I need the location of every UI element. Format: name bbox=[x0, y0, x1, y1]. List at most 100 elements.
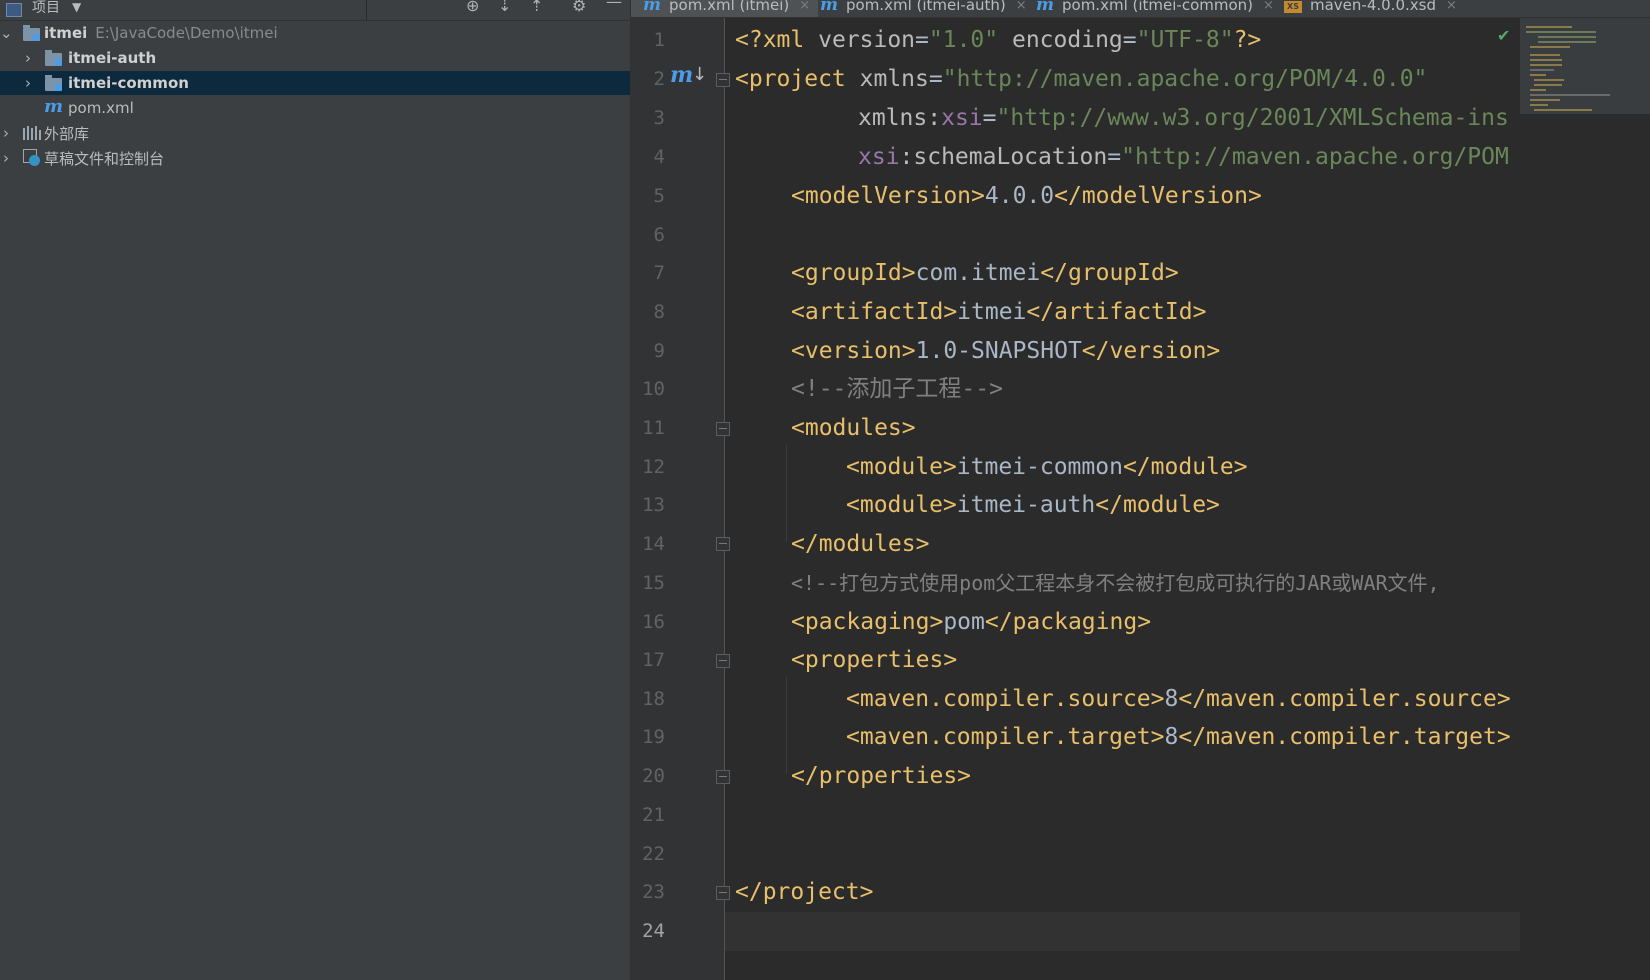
tree-item-itmei-common[interactable]: › itmei-common bbox=[0, 71, 630, 95]
tab-label: maven-4.0.0.xsd bbox=[1310, 0, 1436, 14]
line-number: 8 bbox=[653, 301, 665, 323]
editor-tab-bar: m pom.xml (itmei) × m pom.xml (itmei-aut… bbox=[631, 0, 1650, 18]
line-number: 21 bbox=[642, 804, 665, 826]
line-number: 23 bbox=[642, 881, 665, 903]
maven-file-icon: m bbox=[820, 0, 838, 15]
locate-icon[interactable]: ⊕ bbox=[466, 0, 479, 15]
code-minimap[interactable] bbox=[1520, 18, 1650, 980]
current-line-highlight bbox=[725, 912, 1520, 951]
maven-gutter-icon[interactable]: m ↓ bbox=[670, 62, 707, 88]
module-folder-icon bbox=[45, 75, 62, 91]
indent-guide bbox=[786, 445, 787, 542]
line-number: 19 bbox=[642, 726, 665, 748]
code-line-19: <maven.compiler.target>8</maven.compiler… bbox=[846, 724, 1511, 750]
line-number: 2 bbox=[653, 68, 665, 90]
code-line-13: <module>itmei-auth</module> bbox=[846, 492, 1220, 518]
view-dropdown-icon[interactable]: ▼ bbox=[72, 0, 81, 14]
indent-guide bbox=[786, 677, 787, 774]
line-number: 9 bbox=[653, 340, 665, 362]
line-number-current: 24 bbox=[642, 920, 665, 942]
line-number: 11 bbox=[642, 417, 665, 439]
chevron-right-icon[interactable]: › bbox=[0, 124, 12, 142]
xsd-file-icon: XS bbox=[1284, 0, 1302, 13]
project-panel-title[interactable]: 项目 bbox=[32, 0, 60, 17]
line-number: 16 bbox=[642, 611, 665, 633]
chevron-right-icon[interactable]: › bbox=[0, 149, 12, 167]
tree-item-pom-xml[interactable]: m pom.xml bbox=[0, 96, 630, 120]
code-line-8: <artifactId>itmei</artifactId> bbox=[791, 299, 1207, 325]
line-number: 18 bbox=[642, 688, 665, 710]
library-icon bbox=[23, 126, 41, 140]
line-number: 14 bbox=[642, 533, 665, 555]
tab-label: pom.xml (itmei) bbox=[669, 0, 790, 14]
tree-item-label: pom.xml bbox=[68, 99, 134, 117]
project-view-icon bbox=[6, 3, 22, 17]
chevron-right-icon[interactable]: › bbox=[22, 49, 34, 67]
code-line-16: <packaging>pom</packaging> bbox=[791, 609, 1152, 635]
line-number: 5 bbox=[653, 185, 665, 207]
toolbar-divider bbox=[366, 0, 367, 20]
line-number: 4 bbox=[653, 146, 665, 168]
close-icon[interactable]: × bbox=[1016, 0, 1027, 13]
line-number: 12 bbox=[642, 456, 665, 478]
module-folder-icon bbox=[23, 25, 40, 41]
tree-item-itmei-auth[interactable]: › itmei-auth bbox=[0, 46, 630, 70]
code-line-17: <properties> bbox=[791, 647, 958, 673]
tree-item-scratches[interactable]: › 草稿文件和控制台 bbox=[0, 146, 630, 170]
code-line-23: </project> bbox=[735, 879, 874, 905]
line-number: 6 bbox=[653, 224, 665, 246]
code-line-1: <?xml version="1.0" encoding="UTF-8"?> bbox=[735, 27, 1262, 53]
code-line-4: xsi:schemaLocation="http://maven.apache.… bbox=[858, 144, 1509, 170]
line-number: 17 bbox=[642, 649, 665, 671]
chevron-down-icon[interactable]: ⌄ bbox=[0, 24, 13, 42]
maven-file-icon: m bbox=[643, 0, 661, 15]
chevron-right-icon[interactable]: › bbox=[22, 74, 34, 92]
tab-label: pom.xml (itmei-common) bbox=[1062, 0, 1254, 14]
maven-file-icon: m bbox=[44, 96, 64, 117]
line-number: 10 bbox=[642, 378, 665, 400]
line-number: 13 bbox=[642, 494, 665, 516]
gear-icon[interactable]: ⚙ bbox=[572, 0, 586, 15]
project-tool-window: 项目 ▼ ⊕ ⇣ ⇡ ⚙ — ⌄ itmei E:\JavaCode\Demo\i… bbox=[0, 0, 631, 980]
minimize-icon[interactable]: — bbox=[606, 0, 622, 11]
code-line-10: <!--添加子工程--> bbox=[791, 376, 1003, 402]
line-number: 3 bbox=[653, 107, 665, 129]
code-line-12: <module>itmei-common</module> bbox=[846, 454, 1248, 480]
code-line-15: <!--打包方式使用pom父工程本身不会被打包成可执行的JAR或WAR文件, bbox=[791, 571, 1440, 595]
line-number: 22 bbox=[642, 843, 665, 865]
tab-pom-itmei-common[interactable]: m pom.xml (itmei-common) × bbox=[1036, 0, 1276, 17]
expand-all-icon[interactable]: ⇣ bbox=[498, 0, 511, 15]
project-panel-header: 项目 ▼ ⊕ ⇣ ⇡ ⚙ — bbox=[0, 0, 630, 21]
code-line-5: <modelVersion>4.0.0</modelVersion> bbox=[791, 183, 1262, 209]
tree-item-label: itmei-common bbox=[68, 74, 189, 92]
close-icon[interactable]: × bbox=[1263, 0, 1274, 13]
code-line-14: </modules> bbox=[791, 531, 930, 557]
tree-item-itmei[interactable]: ⌄ itmei E:\JavaCode\Demo\itmei bbox=[0, 21, 630, 45]
code-line-2: <project xmlns="http://maven.apache.org/… bbox=[735, 66, 1428, 92]
inspection-ok-icon[interactable]: ✔ bbox=[1497, 26, 1510, 45]
tree-item-label: itmei bbox=[44, 24, 88, 42]
code-line-3: xmlns:xsi="http://www.w3.org/2001/XMLSch… bbox=[858, 105, 1509, 131]
tab-pom-itmei-auth[interactable]: m pom.xml (itmei-auth) × bbox=[820, 0, 1027, 17]
code-line-11: <modules> bbox=[791, 415, 916, 441]
maven-m-icon: m bbox=[670, 62, 694, 88]
tree-item-label: itmei-auth bbox=[68, 49, 157, 67]
close-icon[interactable]: × bbox=[1446, 0, 1457, 13]
code-line-7: <groupId>com.itmei</groupId> bbox=[791, 260, 1179, 286]
project-path: E:\JavaCode\Demo\itmei bbox=[95, 24, 278, 42]
tab-pom-itmei[interactable]: m pom.xml (itmei) × bbox=[631, 0, 818, 17]
close-icon[interactable]: × bbox=[799, 0, 810, 13]
line-number: 20 bbox=[642, 765, 665, 787]
tree-item-external-libraries[interactable]: › 外部库 bbox=[0, 121, 630, 145]
tab-maven-xsd[interactable]: XS maven-4.0.0.xsd × bbox=[1284, 0, 1484, 17]
arrow-down-icon: ↓ bbox=[692, 64, 708, 85]
collapse-all-icon[interactable]: ⇡ bbox=[530, 0, 543, 15]
code-line-9: <version>1.0-SNAPSHOT</version> bbox=[791, 338, 1221, 364]
code-line-18: <maven.compiler.source>8</maven.compiler… bbox=[846, 686, 1511, 712]
code-line-20: </properties> bbox=[791, 763, 972, 789]
maven-file-icon: m bbox=[1036, 0, 1054, 15]
scratches-icon bbox=[23, 149, 40, 166]
tree-item-label: 草稿文件和控制台 bbox=[44, 149, 165, 168]
code-editor[interactable]: <?xml version="1.0" encoding="UTF-8"?> <… bbox=[725, 18, 1520, 980]
line-number: 1 bbox=[653, 29, 665, 51]
